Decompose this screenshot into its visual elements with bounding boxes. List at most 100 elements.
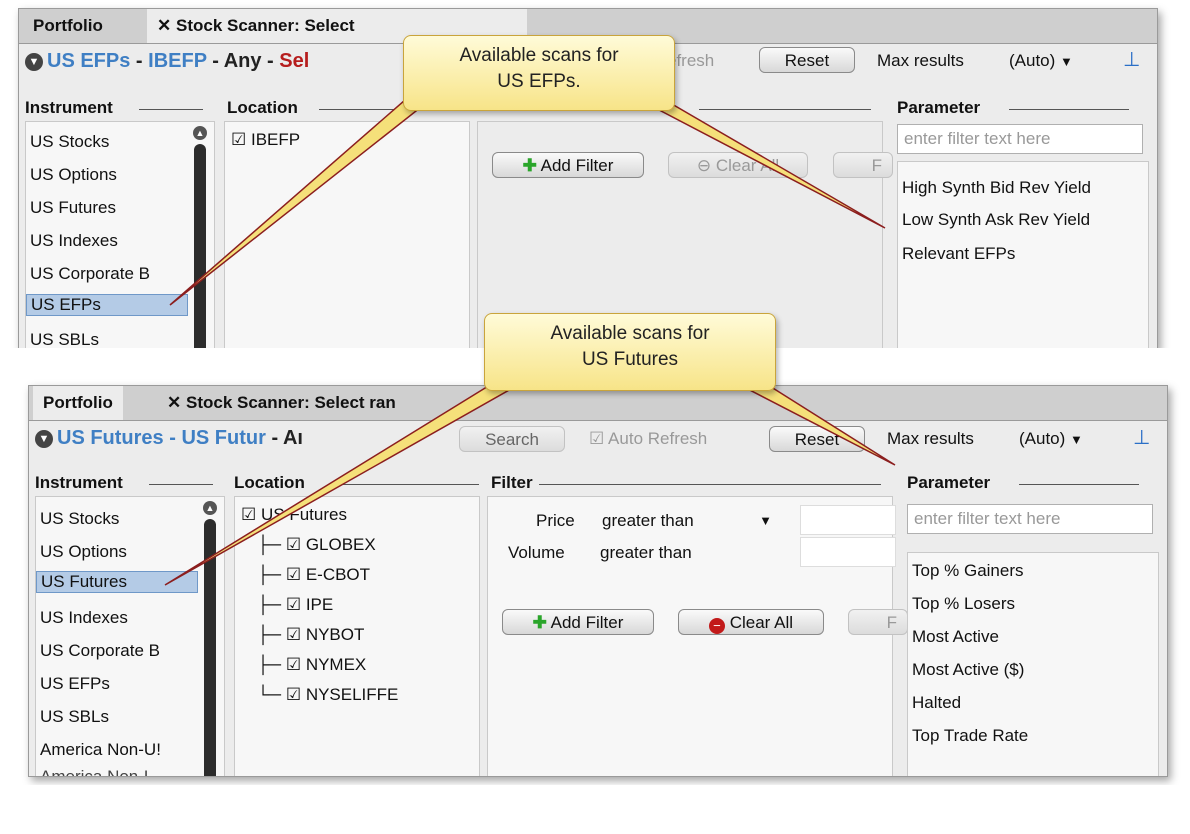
filter-volume-value-input[interactable] xyxy=(800,537,896,567)
title-location: IBEFP xyxy=(148,50,207,72)
list-item[interactable]: High Synth Bid Rev Yield xyxy=(902,178,1091,198)
tab-stock-scanner-label: Stock Scanner: Select xyxy=(175,16,355,35)
list-item[interactable]: US Futures xyxy=(30,198,116,218)
callout-line: US EFPs. xyxy=(497,71,581,92)
close-icon[interactable]: ✕ xyxy=(157,16,171,35)
max-results-select[interactable]: (Auto) ▼ xyxy=(1009,51,1073,71)
filter-price-operator[interactable]: greater than ▼ xyxy=(602,511,780,531)
checkbox-checked-icon[interactable]: ☑ xyxy=(286,595,301,614)
dropdown-arrow-icon: ▼ xyxy=(1070,432,1083,447)
list-item-selected[interactable]: US EFPs xyxy=(26,294,188,316)
title-scan-code: Sel xyxy=(279,50,310,72)
list-item[interactable]: Relevant EFPs xyxy=(902,244,1015,264)
list-item[interactable]: Top % Gainers xyxy=(912,561,1024,581)
location-item[interactable]: └─ ☑ NYSELIFFE xyxy=(257,685,398,705)
clear-all-label: Clear All xyxy=(715,156,780,175)
location-item-root[interactable]: ☑ US Futures xyxy=(241,505,347,525)
location-item[interactable]: ├─ ☑ IPE xyxy=(257,595,333,615)
parameter-search-input[interactable]: enter filter text here xyxy=(907,504,1153,534)
list-item[interactable]: US Corporate B xyxy=(40,641,160,661)
instrument-list: US Stocks US Options US Futures US Index… xyxy=(25,121,215,349)
list-item[interactable]: America Non-L xyxy=(40,767,153,776)
third-filter-button[interactable]: F xyxy=(848,609,908,635)
instrument-header-rule xyxy=(149,484,213,485)
clear-all-button[interactable]: ⊖ Clear All xyxy=(668,152,808,178)
max-results-select[interactable]: (Auto) ▼ xyxy=(1019,429,1083,449)
instrument-list: US Stocks US Options US Futures US Index… xyxy=(35,496,225,776)
parameter-search-input[interactable]: enter filter text here xyxy=(897,124,1143,154)
list-item-selected[interactable]: US Futures xyxy=(36,571,198,593)
chevron-down-icon[interactable]: ▼ xyxy=(35,430,53,448)
list-item[interactable]: US SBLs xyxy=(30,330,99,349)
dropdown-arrow-icon: ▼ xyxy=(1060,54,1073,69)
tab-portfolio[interactable]: Portfolio xyxy=(23,9,113,43)
list-item[interactable]: US Stocks xyxy=(30,132,109,152)
dropdown-arrow-icon: ▼ xyxy=(759,513,772,528)
filter-volume-operator[interactable]: greater than xyxy=(600,543,692,563)
list-item[interactable]: Most Active xyxy=(912,627,999,647)
pin-icon[interactable]: ⊥ xyxy=(1123,47,1140,72)
scroll-up-icon[interactable]: ▲ xyxy=(203,501,217,515)
add-filter-button[interactable]: ✚ Add Filter xyxy=(492,152,644,178)
list-item[interactable]: Halted xyxy=(912,693,961,713)
tab-portfolio[interactable]: Portfolio xyxy=(33,386,123,420)
location-item[interactable]: ├─ ☑ E-CBOT xyxy=(257,565,370,585)
checkbox-checked-icon[interactable]: ☑ xyxy=(286,565,301,584)
location-item[interactable]: ├─ ☑ NYBOT xyxy=(257,625,364,645)
list-item[interactable]: Top Trade Rate xyxy=(912,726,1028,746)
instrument-scrollbar[interactable] xyxy=(194,144,206,349)
pin-icon[interactable]: ⊥ xyxy=(1133,425,1150,450)
checkbox-checked-icon[interactable]: ☑ xyxy=(241,505,256,524)
search-button[interactable]: Search xyxy=(459,426,565,452)
checkbox-checked-icon[interactable]: ☑ xyxy=(231,130,246,149)
location-tree: ☑ US Futures ├─ ☑ GLOBEX ├─ ☑ E-CBOT ├─ … xyxy=(234,496,480,776)
max-results-label: Max results xyxy=(877,51,964,70)
list-item[interactable]: US Options xyxy=(30,165,117,185)
scroll-up-icon[interactable]: ▲ xyxy=(193,126,207,140)
max-results-label: Max results xyxy=(887,429,974,448)
instrument-scrollbar[interactable] xyxy=(204,519,216,776)
close-icon[interactable]: ✕ xyxy=(167,393,181,412)
list-item[interactable]: US Corporate B xyxy=(30,264,150,284)
location-label: GLOBEX xyxy=(305,535,376,554)
title-separator: - xyxy=(163,427,182,449)
parameter-list: Top % Gainers Top % Losers Most Active M… xyxy=(907,552,1159,776)
tree-branch-icon: ├─ xyxy=(257,595,282,614)
list-item[interactable]: America Non-U! xyxy=(40,740,161,760)
chevron-down-icon[interactable]: ▼ xyxy=(25,53,43,71)
callout-us-futures: Available scans for US Futures xyxy=(484,313,776,391)
third-filter-button[interactable]: F xyxy=(833,152,893,178)
list-item[interactable]: US Options xyxy=(40,542,127,562)
location-label: US Futures xyxy=(260,505,347,524)
location-item-ibefp[interactable]: ☑ IBEFP xyxy=(231,130,300,150)
callout-line: Available scans for xyxy=(550,323,710,344)
location-item[interactable]: ├─ ☑ NYMEX xyxy=(257,655,366,675)
torn-edge xyxy=(0,785,1190,834)
list-item[interactable]: US Indexes xyxy=(40,608,128,628)
checkbox-checked-icon[interactable]: ☑ xyxy=(286,535,301,554)
list-item[interactable]: US EFPs xyxy=(40,674,110,694)
location-header: Location xyxy=(227,98,304,118)
list-item[interactable]: US Indexes xyxy=(30,231,118,251)
reset-button[interactable]: Reset xyxy=(759,47,855,73)
checkbox-checked-icon[interactable]: ☑ xyxy=(286,655,301,674)
scanner-title[interactable]: ▼ US EFPs - IBEFP - Any - Sel xyxy=(25,50,309,73)
location-item[interactable]: ├─ ☑ GLOBEX xyxy=(257,535,376,555)
max-results-value: (Auto) xyxy=(1009,51,1056,70)
scanner-title[interactable]: ▼ US Futures - US Futur - Aı xyxy=(35,427,303,450)
reset-button[interactable]: Reset xyxy=(769,426,865,452)
list-item[interactable]: US SBLs xyxy=(40,707,109,727)
list-item[interactable]: US Stocks xyxy=(40,509,119,529)
checkbox-checked-icon[interactable]: ☑ xyxy=(286,685,301,704)
tab-stock-scanner[interactable]: ✕ Stock Scanner: Select ran xyxy=(157,386,537,420)
clear-all-button[interactable]: − Clear All xyxy=(678,609,824,635)
checkbox-checked-icon[interactable]: ☑ xyxy=(286,625,301,644)
scanner-titlebar: ▼ US Futures - US Futur - Aı Search ☑ Aut… xyxy=(29,420,1167,456)
filter-price-value-input[interactable] xyxy=(800,505,896,535)
add-filter-button[interactable]: ✚ Add Filter xyxy=(502,609,654,635)
auto-refresh-toggle[interactable]: ☑ Auto Refresh xyxy=(589,429,707,449)
list-item[interactable]: Top % Losers xyxy=(912,594,1015,614)
list-item[interactable]: Low Synth Ask Rev Yield xyxy=(902,210,1090,230)
tree-branch-icon: ├─ xyxy=(257,565,282,584)
list-item[interactable]: Most Active ($) xyxy=(912,660,1024,680)
